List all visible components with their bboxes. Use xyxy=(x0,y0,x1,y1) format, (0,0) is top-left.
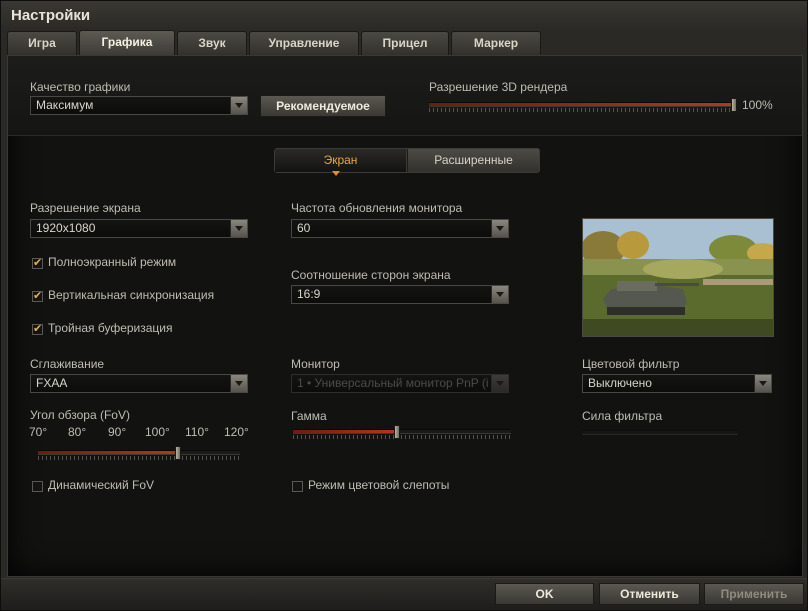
apply-button[interactable]: Применить xyxy=(704,583,804,605)
cancel-button[interactable]: Отменить xyxy=(599,583,700,605)
quality-label: Качество графики xyxy=(30,80,131,94)
monitor-value: 1 • Универсальный монитор PnP (i xyxy=(297,376,489,390)
tab-sound[interactable]: Звук xyxy=(177,31,247,55)
fov-fill xyxy=(38,451,181,454)
color-filter-select[interactable]: Выключено xyxy=(582,374,772,393)
gamma-fill xyxy=(293,430,400,433)
gamma-thumb[interactable] xyxy=(394,425,400,439)
chevron-down-icon[interactable] xyxy=(230,375,247,392)
refresh-rate-value: 60 xyxy=(297,221,311,235)
filter-strength-slider xyxy=(582,430,738,435)
slider-ticks xyxy=(429,108,737,112)
chevron-down-icon[interactable] xyxy=(491,286,508,303)
graphics-preview-image xyxy=(582,218,774,337)
filter-strength-label: Сила фильтра xyxy=(582,409,663,423)
vsync-checkbox[interactable] xyxy=(32,289,43,302)
slider-ticks xyxy=(293,435,511,439)
triple-buffer-checkbox[interactable] xyxy=(32,322,43,335)
chevron-down-icon[interactable] xyxy=(230,220,247,237)
fov-tick-70: 70° xyxy=(29,425,48,439)
render-resolution-value: 100% xyxy=(742,98,773,112)
tab-graphics[interactable]: Графика xyxy=(79,30,175,56)
render-resolution-slider[interactable] xyxy=(429,98,737,112)
recommended-button[interactable]: Рекомендуемое xyxy=(260,95,386,117)
gamma-slider[interactable] xyxy=(293,425,511,439)
active-subtab-indicator xyxy=(332,171,340,177)
aspect-ratio-value: 16:9 xyxy=(297,287,321,301)
subtab-advanced[interactable]: Расширенные xyxy=(408,149,539,172)
aspect-ratio-select[interactable]: 16:9 xyxy=(291,285,509,304)
vsync-label[interactable]: Вертикальная синхронизация xyxy=(48,288,214,302)
ok-button[interactable]: OK xyxy=(495,583,594,605)
tank-landscape-image xyxy=(583,219,773,336)
triple-buffer-label[interactable]: Тройная буферизация xyxy=(48,321,173,335)
screen-resolution-label: Разрешение экрана xyxy=(30,201,141,215)
fov-tick-120: 120° xyxy=(224,425,249,439)
fullscreen-checkbox[interactable] xyxy=(32,256,43,269)
refresh-rate-label: Частота обновления монитора xyxy=(291,201,463,215)
fov-label: Угол обзора (FoV) xyxy=(30,408,130,422)
quality-value: Максимум xyxy=(36,98,94,112)
settings-window: Настройки Игра Графика Звук Управление П… xyxy=(0,0,808,611)
monitor-label: Монитор xyxy=(291,357,340,371)
aspect-ratio-label: Соотношение сторон экрана xyxy=(291,268,451,282)
chevron-down-icon[interactable] xyxy=(230,97,247,114)
chevron-down-icon[interactable] xyxy=(754,375,771,392)
antialiasing-value: FXAA xyxy=(36,376,68,390)
chevron-down-icon[interactable] xyxy=(491,220,508,237)
quality-select[interactable]: Максимум xyxy=(30,96,248,115)
color-filter-value: Выключено xyxy=(588,376,652,390)
colorblind-checkbox[interactable] xyxy=(292,481,303,492)
screen-resolution-value: 1920x1080 xyxy=(36,221,96,235)
refresh-rate-select[interactable]: 60 xyxy=(291,219,509,238)
monitor-select: 1 • Универсальный монитор PnP (i xyxy=(291,374,509,393)
color-filter-label: Цветовой фильтр xyxy=(582,357,680,371)
fov-tick-90: 90° xyxy=(108,425,127,439)
tab-crosshair[interactable]: Прицел xyxy=(361,31,449,55)
fov-tick-100: 100° xyxy=(145,425,170,439)
fov-slider[interactable] xyxy=(38,446,240,460)
fov-tick-80: 80° xyxy=(68,425,87,439)
fov-thumb[interactable] xyxy=(175,446,181,460)
tab-controls[interactable]: Управление xyxy=(249,31,359,55)
dynamic-fov-label[interactable]: Динамический FoV xyxy=(48,478,154,492)
gamma-label: Гамма xyxy=(291,409,327,423)
subtab-bar: Экран Расширенные xyxy=(274,148,540,176)
tab-marker[interactable]: Маркер xyxy=(451,31,541,55)
render-resolution-thumb[interactable] xyxy=(731,98,737,112)
colorblind-label[interactable]: Режим цветовой слепоты xyxy=(308,478,449,492)
slider-ticks xyxy=(38,456,240,460)
chevron-down-icon xyxy=(491,375,508,392)
antialiasing-label: Сглаживание xyxy=(30,357,105,371)
dynamic-fov-checkbox[interactable] xyxy=(32,481,43,492)
window-title: Настройки xyxy=(11,7,91,24)
tab-game[interactable]: Игра xyxy=(7,31,77,55)
graphics-panel: Качество графики Максимум Рекомендуемое … xyxy=(7,55,803,577)
fov-tick-110: 110° xyxy=(185,425,209,439)
subtab-screen[interactable]: Экран xyxy=(275,149,407,172)
render-resolution-fill xyxy=(429,103,737,106)
render-resolution-label: Разрешение 3D рендера xyxy=(429,80,568,94)
footer-bar: OK Отменить Применить xyxy=(1,578,807,610)
screen-resolution-select[interactable]: 1920x1080 xyxy=(30,219,248,238)
antialiasing-select[interactable]: FXAA xyxy=(30,374,248,393)
fullscreen-label[interactable]: Полноэкранный режим xyxy=(48,255,176,269)
